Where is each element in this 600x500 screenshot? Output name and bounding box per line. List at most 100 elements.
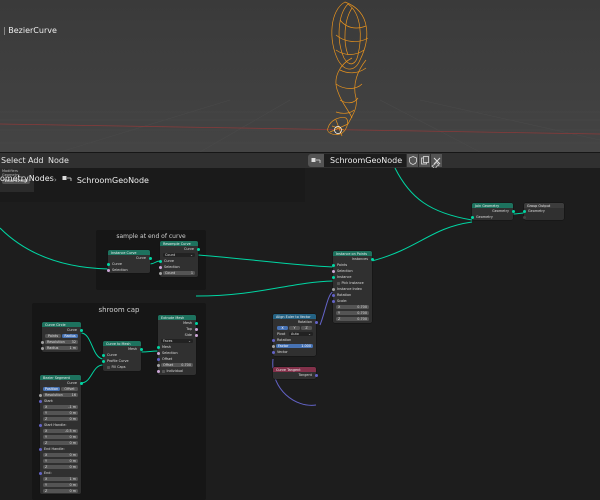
output-socket[interactable] bbox=[194, 327, 198, 331]
resolution-field[interactable]: Resolution 32 bbox=[45, 339, 78, 344]
output-socket[interactable] bbox=[511, 209, 515, 213]
node-curve-circle[interactable]: Curve Circle Curve Points Radius Resolut… bbox=[40, 322, 83, 352]
vector-component-field[interactable]: X -1 m bbox=[43, 404, 78, 409]
input-socket[interactable] bbox=[331, 293, 335, 297]
vector-component-field[interactable]: X0 m bbox=[43, 452, 78, 457]
input-socket[interactable] bbox=[101, 359, 105, 363]
vector-component-field[interactable]: Z0 m bbox=[43, 488, 78, 493]
output-socket[interactable] bbox=[79, 381, 83, 385]
output-socket[interactable] bbox=[196, 247, 200, 251]
node-instance-curve[interactable]: Instance Curve Curve Curve Selection bbox=[106, 250, 152, 273]
factor-field[interactable]: Factor 1.000 bbox=[276, 343, 313, 348]
input-socket[interactable] bbox=[38, 447, 42, 451]
input-socket[interactable] bbox=[331, 275, 335, 279]
input-socket[interactable] bbox=[158, 259, 162, 263]
input-socket[interactable] bbox=[101, 353, 105, 357]
vector-component-field[interactable]: Y0 m bbox=[43, 434, 78, 439]
offset-scale-field[interactable]: Offset 0.700 bbox=[161, 362, 193, 367]
menu-node[interactable]: Node bbox=[48, 156, 69, 165]
input-socket[interactable] bbox=[158, 271, 162, 275]
input-socket[interactable] bbox=[331, 299, 335, 303]
scale-z-field[interactable]: Z 0.700 bbox=[336, 316, 369, 321]
output-socket[interactable] bbox=[314, 373, 318, 377]
vector-component-field[interactable]: Z0 m bbox=[43, 464, 78, 469]
node-curve-to-mesh[interactable]: Curve to Mesh Mesh Curve Profile Curve F… bbox=[101, 341, 143, 371]
vector-component-field[interactable]: Y0 m bbox=[43, 458, 78, 463]
duplicate-icon[interactable] bbox=[419, 154, 430, 167]
input-socket[interactable] bbox=[158, 265, 162, 269]
pivot-dropdown[interactable]: Auto ⌄ bbox=[289, 331, 313, 336]
axis-z-button[interactable]: Z bbox=[301, 325, 312, 330]
output-socket[interactable] bbox=[79, 328, 83, 332]
mode-offset-button[interactable]: Offset bbox=[61, 386, 78, 391]
input-socket[interactable] bbox=[156, 363, 160, 367]
input-socket[interactable] bbox=[156, 357, 160, 361]
vector-component-field[interactable]: Z0 m bbox=[43, 416, 78, 421]
scale-x-field[interactable]: X 0.700 bbox=[336, 304, 369, 309]
node-group-output[interactable]: Group Output Geometry bbox=[522, 203, 564, 220]
output-socket[interactable] bbox=[314, 320, 318, 324]
input-socket[interactable] bbox=[156, 369, 160, 373]
mode-dropdown[interactable]: Faces ⌄ bbox=[161, 338, 193, 343]
input-socket[interactable] bbox=[38, 393, 42, 397]
output-socket[interactable] bbox=[370, 257, 374, 261]
input-socket[interactable] bbox=[156, 351, 160, 355]
mode-radius-button[interactable]: Radius bbox=[62, 333, 78, 338]
input-socket[interactable] bbox=[331, 269, 335, 273]
axis-y-button[interactable]: Y bbox=[289, 325, 300, 330]
axis-x-button[interactable]: X bbox=[277, 325, 288, 330]
vector-component-field[interactable]: Y0 m bbox=[43, 410, 78, 415]
mode-points-button[interactable]: Points bbox=[45, 333, 61, 338]
node-align-euler-to-vector[interactable]: Align Euler to Vector Rotation X Y Z Piv… bbox=[271, 314, 318, 356]
mode-dropdown[interactable]: Count ⌄ bbox=[163, 252, 195, 257]
node-resample-curve[interactable]: Resample Curve Curve Count ⌄ Curve Select… bbox=[158, 241, 200, 277]
input-socket[interactable] bbox=[40, 340, 44, 344]
vector-component-field[interactable]: Y0 m bbox=[43, 482, 78, 487]
menu-select[interactable]: Select bbox=[1, 156, 26, 165]
fake-user-shield-icon[interactable] bbox=[407, 154, 418, 167]
vector-component-field[interactable]: X -0.5 m bbox=[43, 428, 78, 433]
checkbox-row[interactable]: Individual bbox=[156, 368, 196, 374]
input-socket[interactable] bbox=[522, 209, 526, 213]
input-socket[interactable] bbox=[331, 263, 335, 267]
node-curve-tangent[interactable]: Curve Tangent Tangent bbox=[273, 367, 318, 379]
node-bezier-segment[interactable]: Bezier Segment Curve Position Offset Res… bbox=[38, 375, 83, 494]
node-instance-on-points[interactable]: Instance on Points Instances Points Sele… bbox=[331, 251, 374, 323]
output-socket[interactable] bbox=[194, 321, 198, 325]
scale-y-field[interactable]: Y 0.700 bbox=[336, 310, 369, 315]
input-socket[interactable] bbox=[271, 338, 275, 342]
output-socket[interactable] bbox=[148, 256, 152, 260]
input-socket[interactable] bbox=[40, 346, 44, 350]
radius-field[interactable]: Radius 1 m bbox=[45, 345, 78, 350]
input-socket[interactable] bbox=[106, 262, 110, 266]
input-socket[interactable] bbox=[38, 423, 42, 427]
input-socket[interactable] bbox=[470, 215, 474, 219]
input-socket[interactable] bbox=[271, 344, 275, 348]
menu-add[interactable]: Add bbox=[28, 156, 44, 165]
output-socket[interactable] bbox=[194, 333, 198, 337]
checkbox-icon[interactable] bbox=[337, 281, 340, 285]
resolution-field[interactable]: Resolution 16 bbox=[43, 392, 78, 397]
checkbox-row[interactable]: Fill Caps bbox=[103, 364, 141, 370]
3d-viewport[interactable]: | BezierCurve bbox=[0, 0, 600, 152]
count-field[interactable]: Count 1 bbox=[163, 270, 195, 275]
input-socket[interactable] bbox=[38, 471, 42, 475]
node-tree-icon[interactable] bbox=[308, 154, 324, 167]
node-tree-selector[interactable]: SchroomGeoNode bbox=[308, 154, 442, 167]
input-socket[interactable] bbox=[331, 287, 335, 291]
output-socket[interactable] bbox=[139, 347, 143, 351]
vector-component-field[interactable]: X1 m bbox=[43, 476, 78, 481]
node-tree-name-field[interactable]: SchroomGeoNode bbox=[324, 154, 406, 167]
node-join-geometry[interactable]: Join Geometry Geometry Geometry bbox=[470, 203, 515, 220]
checkbox-icon[interactable] bbox=[162, 369, 165, 373]
input-socket[interactable] bbox=[522, 215, 526, 219]
node-canvas[interactable]: Modifiers Geometry Value 22.000 ometryNo… bbox=[0, 168, 600, 500]
input-socket[interactable] bbox=[106, 268, 110, 272]
checkbox-icon[interactable] bbox=[107, 365, 110, 369]
input-socket[interactable] bbox=[38, 399, 42, 403]
vector-component-field[interactable]: Z0 m bbox=[43, 440, 78, 445]
mode-position-button[interactable]: Position bbox=[43, 386, 60, 391]
input-socket[interactable] bbox=[271, 350, 275, 354]
input-socket[interactable] bbox=[156, 345, 160, 349]
node-extrude-mesh[interactable]: Extrude Mesh Mesh Top Side Faces ⌄ Mesh S… bbox=[156, 315, 198, 375]
